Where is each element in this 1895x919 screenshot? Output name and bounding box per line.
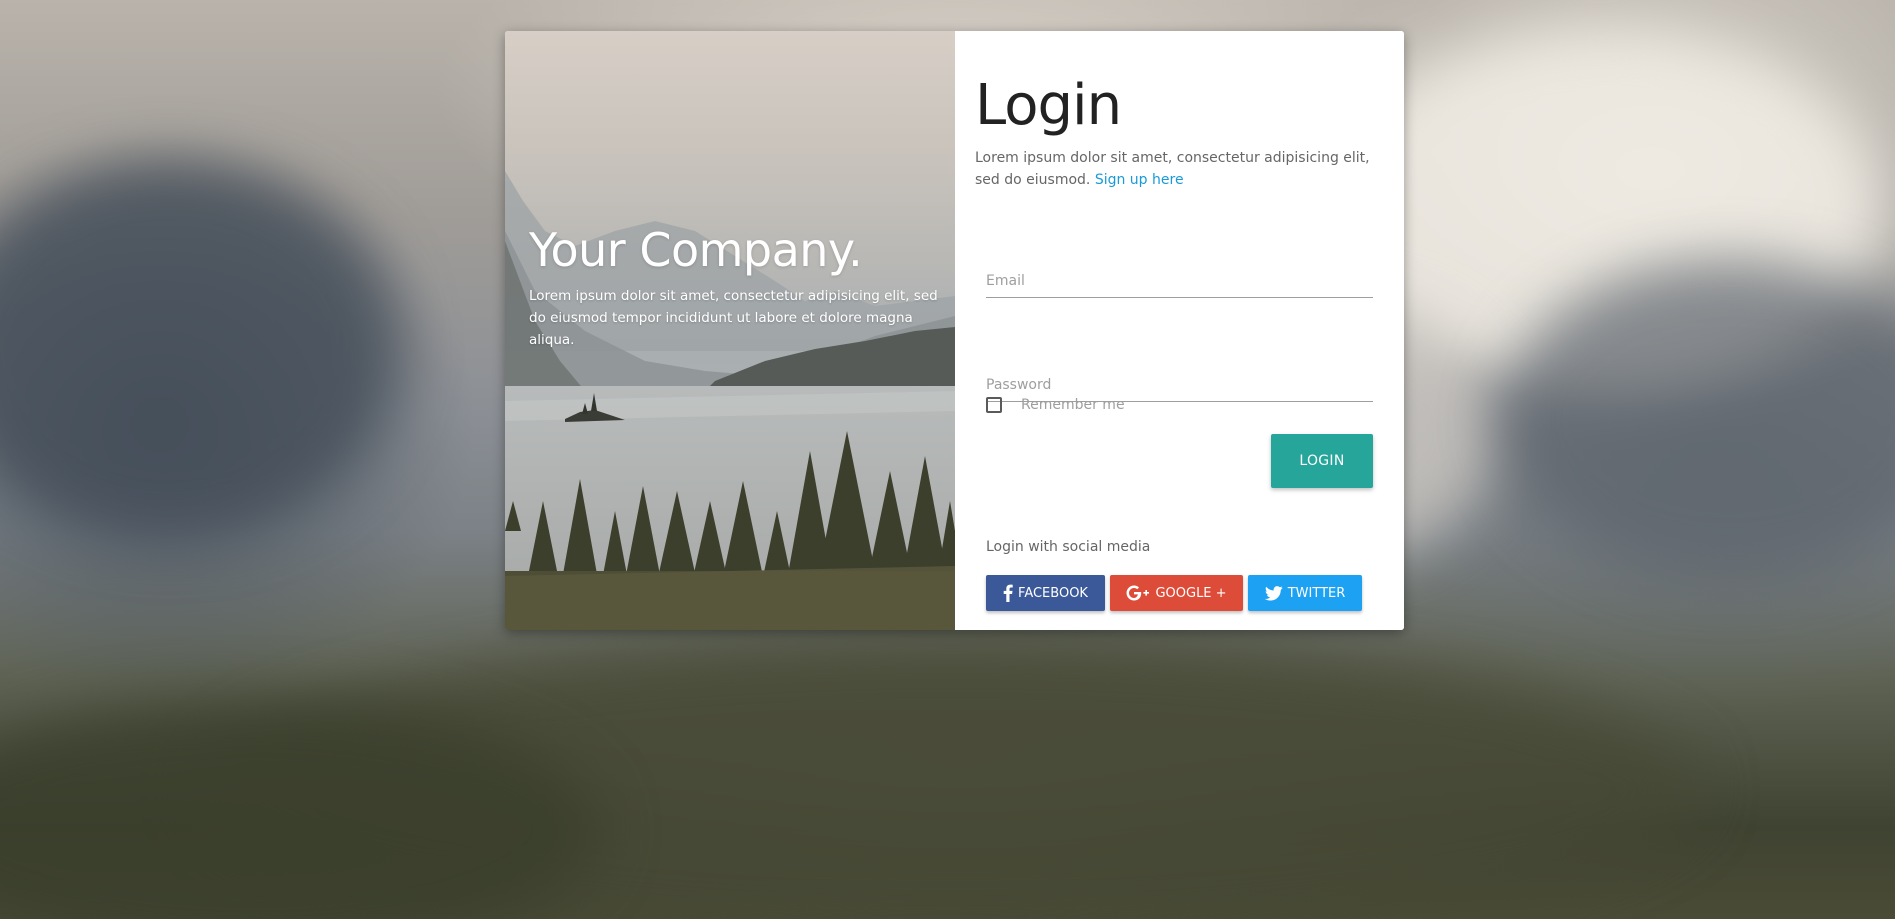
twitter-button[interactable]: TWITTER [1248, 575, 1362, 611]
email-field [986, 257, 1373, 298]
login-panel: Login Lorem ipsum dolor sit amet, consec… [955, 31, 1404, 630]
twitter-label: TWITTER [1287, 585, 1346, 601]
company-title: Your Company. [529, 223, 863, 277]
facebook-icon [1003, 584, 1013, 602]
background-mountain [0, 160, 400, 540]
login-description: Lorem ipsum dolor sit amet, consectetur … [975, 147, 1385, 191]
facebook-label: FACEBOOK [1018, 585, 1088, 601]
login-button[interactable]: LOGIN [1271, 434, 1373, 488]
remember-label: Remember me [1021, 397, 1125, 413]
company-description: Lorem ipsum dolor sit amet, consectetur … [529, 288, 938, 348]
hero-panel: Your Company. Lorem ipsum dolor sit amet… [505, 31, 955, 630]
google-plus-icon [1126, 585, 1150, 601]
google-plus-button[interactable]: GOOGLE + [1110, 575, 1243, 611]
twitter-icon [1264, 585, 1283, 601]
login-card: Your Company. Lorem ipsum dolor sit amet… [505, 31, 1404, 630]
email-input[interactable] [986, 273, 1373, 289]
google-plus-label: GOOGLE + [1155, 585, 1227, 601]
facebook-button[interactable]: FACEBOOK [986, 575, 1105, 611]
signup-link[interactable]: Sign up here [1095, 172, 1184, 188]
password-field [986, 361, 1373, 402]
password-input[interactable] [986, 377, 1373, 393]
social-login-label: Login with social media [986, 539, 1151, 555]
remember-checkbox[interactable] [986, 397, 1002, 413]
login-title: Login [975, 73, 1122, 138]
